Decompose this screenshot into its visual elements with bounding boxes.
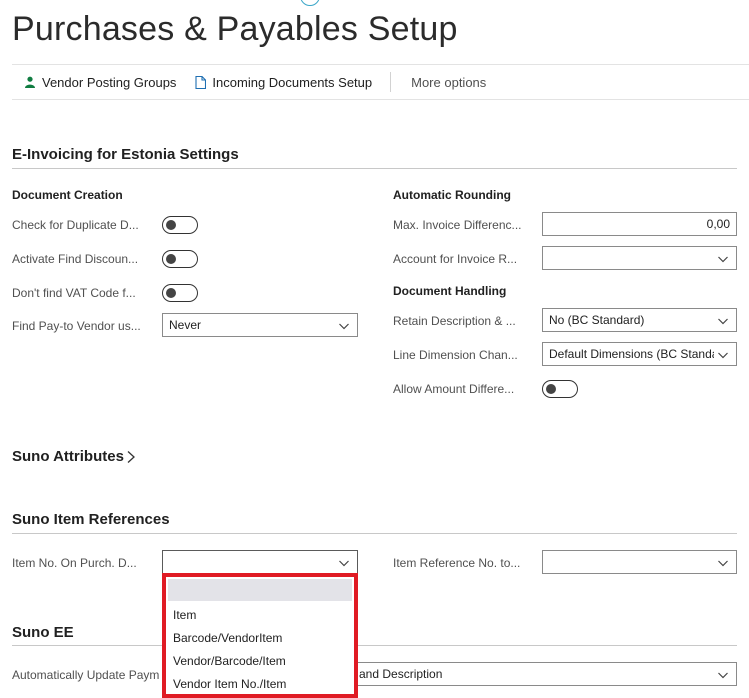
item-reference-select[interactable] (542, 550, 737, 574)
suno-attributes-section[interactable]: Suno Attributes (12, 448, 136, 465)
chevron-down-icon (718, 318, 728, 325)
action-bar: Vendor Posting Groups Incoming Documents… (12, 64, 749, 100)
page-title: Purchases & Payables Setup (12, 10, 458, 48)
document-icon (195, 75, 207, 89)
vendor-posting-groups-label: Vendor Posting Groups (42, 74, 177, 90)
item-no-purch-label: Item No. On Purch. D... (12, 556, 137, 570)
retain-description-select[interactable]: No (BC Standard) (542, 308, 737, 332)
action-separator (390, 72, 392, 92)
vendor-posting-groups-action[interactable]: Vendor Posting Groups (24, 75, 176, 90)
line-dimension-value: Default Dimensions (BC Standa (549, 347, 714, 361)
find-payto-vendor-value: Never (169, 318, 202, 332)
auto-update-payment-value: and Description (359, 667, 443, 681)
incoming-documents-setup-action[interactable]: Incoming Documents Setup (195, 75, 372, 90)
find-payto-vendor-label: Find Pay-to Vendor us... (12, 319, 141, 333)
max-invoice-diff-input[interactable]: 0,00 (542, 212, 737, 236)
dropdown-option-vendor-barcode-item[interactable]: Vendor/Barcode/Item (166, 649, 354, 672)
item-no-dropdown-list: Item Barcode/VendorItem Vendor/Barcode/I… (162, 573, 358, 698)
retain-description-label: Retain Description & ... (393, 314, 516, 328)
check-duplicate-label: Check for Duplicate D... (12, 218, 139, 232)
auto-update-payment-label: Automatically Update Paym (12, 668, 160, 682)
suno-item-references-title: Suno Item References (12, 511, 170, 528)
find-payto-vendor-select[interactable]: Never (162, 313, 358, 337)
automatic-rounding-title: Automatic Rounding (393, 188, 511, 202)
chevron-down-icon (718, 256, 728, 263)
max-invoice-diff-label: Max. Invoice Differenc... (393, 218, 522, 232)
dont-find-vat-toggle[interactable] (162, 284, 198, 302)
suno-ee-title: Suno EE (12, 624, 74, 641)
allow-amount-diff-label: Allow Amount Differe... (393, 382, 515, 396)
chevron-down-icon (718, 352, 728, 359)
activate-find-discount-label: Activate Find Discoun... (12, 252, 139, 266)
chevron-right-icon (127, 450, 135, 463)
section-divider (12, 645, 737, 646)
check-duplicate-toggle[interactable] (162, 216, 198, 234)
account-invoice-select[interactable] (542, 246, 737, 270)
dont-find-vat-label: Don't find VAT Code f... (12, 286, 136, 300)
einvoicing-section-title: E-Invoicing for Estonia Settings (12, 146, 239, 163)
document-creation-title: Document Creation (12, 188, 123, 202)
top-partial-circle-icon (300, 0, 320, 6)
chevron-down-icon (339, 560, 349, 567)
line-dimension-select[interactable]: Default Dimensions (BC Standa (542, 342, 737, 366)
suno-attributes-title: Suno Attributes (12, 448, 124, 465)
dropdown-option-barcode-vendoritem[interactable]: Barcode/VendorItem (166, 626, 354, 649)
retain-description-value: No (BC Standard) (549, 313, 645, 327)
line-dimension-label: Line Dimension Chan... (393, 348, 518, 362)
dropdown-option-blank[interactable] (168, 579, 352, 601)
item-reference-label: Item Reference No. to... (393, 556, 521, 570)
account-invoice-label: Account for Invoice R... (393, 252, 518, 266)
chevron-down-icon (718, 672, 728, 679)
section-divider (12, 168, 737, 169)
document-handling-title: Document Handling (393, 284, 507, 298)
max-invoice-diff-value: 0,00 (706, 217, 730, 231)
item-no-purch-select[interactable] (162, 550, 358, 574)
dropdown-option-item[interactable]: Item (166, 603, 354, 626)
allow-amount-diff-toggle[interactable] (542, 380, 578, 398)
dropdown-option-vendor-item-no-item[interactable]: Vendor Item No./Item (166, 672, 354, 695)
chevron-down-icon (718, 560, 728, 567)
incoming-documents-setup-label: Incoming Documents Setup (212, 74, 373, 90)
activate-find-discount-toggle[interactable] (162, 250, 198, 268)
chevron-down-icon (339, 323, 349, 330)
section-divider (12, 533, 737, 534)
more-options-button[interactable]: More options (411, 75, 486, 90)
person-icon (25, 76, 35, 88)
